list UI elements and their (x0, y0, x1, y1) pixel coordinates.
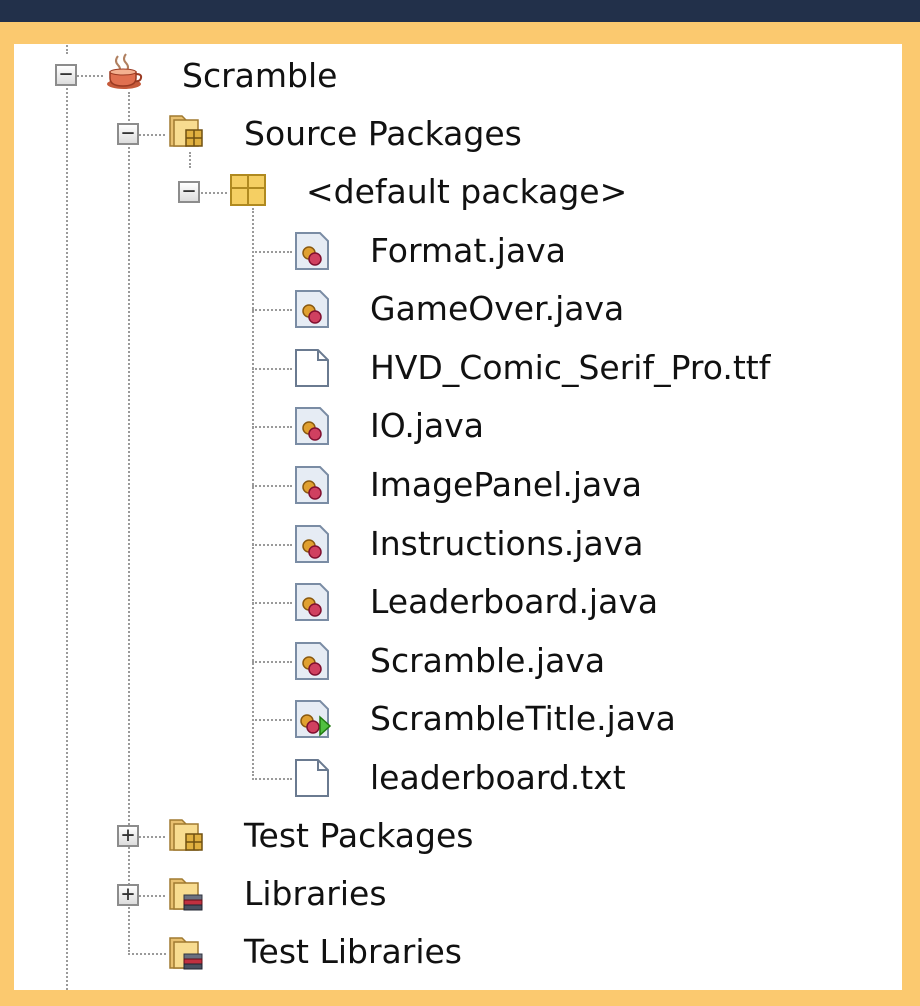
java-class-icon (295, 407, 329, 445)
tree-node-label: Libraries (244, 874, 387, 913)
tree-node-label: Scramble (182, 56, 338, 95)
tree-guide-line (252, 309, 292, 311)
tree-guide-line (139, 134, 165, 136)
java-class-icon (295, 466, 329, 504)
java-main-class-icon (295, 700, 332, 738)
collapse-toggle[interactable]: − (117, 123, 139, 145)
tree-node-label: Source Packages (244, 114, 522, 153)
project-tree: − Scramble − Source Packages − <default … (14, 44, 902, 990)
tree-node-label: Leaderboard.java (370, 582, 659, 621)
tree-guide-line (252, 426, 292, 428)
tree-guide-line (252, 661, 292, 663)
window-frame: − Scramble − Source Packages − <default … (0, 0, 920, 1006)
tree-guide-line (252, 544, 292, 546)
tree-guide-line (139, 895, 165, 897)
tree-node-label: HVD_Comic_Serif_Pro.ttf (370, 348, 771, 387)
tree-guide-line (252, 208, 254, 776)
tree-node-label: <default package> (306, 172, 628, 211)
file-icon (295, 349, 329, 387)
java-class-icon (295, 232, 329, 270)
java-class-icon (295, 290, 329, 328)
tree-guide-line (189, 152, 191, 168)
tree-guide-line (252, 251, 292, 253)
java-class-icon (295, 525, 329, 563)
expand-toggle[interactable]: + (117, 825, 139, 847)
tree-guide-line (66, 88, 68, 990)
tree-node-label: Instructions.java (370, 524, 644, 563)
tree-guide-line (66, 44, 68, 54)
tree-node-label: Format.java (370, 231, 566, 270)
tree-node-label: GameOver.java (370, 289, 625, 328)
library-folder-icon (169, 878, 203, 911)
tree-node-label: ScrambleTitle.java (370, 699, 676, 738)
java-class-icon (295, 583, 329, 621)
tree-guide-line (252, 719, 292, 721)
expand-toggle[interactable]: + (117, 884, 139, 906)
tree-node-label: leaderboard.txt (370, 758, 626, 797)
tree-guide-line (252, 778, 292, 780)
collapse-toggle[interactable]: − (55, 64, 77, 86)
tree-node-label: Scramble.java (370, 641, 606, 680)
source-package-folder-icon (169, 115, 203, 147)
tree-node-label: Test Libraries (244, 932, 462, 971)
package-icon (230, 174, 266, 206)
tree-guide-line (252, 602, 292, 604)
tree-guide-line (252, 368, 292, 370)
tree-guide-line (128, 953, 166, 955)
tree-node-label: Test Packages (244, 816, 474, 855)
test-package-folder-icon (169, 819, 203, 851)
tree-guide-line (201, 192, 227, 194)
tree-guide-line (139, 836, 165, 838)
coffee-cup-icon (107, 53, 143, 89)
file-icon (295, 759, 329, 797)
tree-node-label: IO.java (370, 406, 485, 445)
tree-guide-line (252, 485, 292, 487)
tree-guide-line (77, 75, 103, 77)
collapse-toggle[interactable]: − (178, 181, 200, 203)
java-class-icon (295, 642, 329, 680)
tree-node-label: ImagePanel.java (370, 465, 643, 504)
library-folder-icon (169, 937, 203, 970)
